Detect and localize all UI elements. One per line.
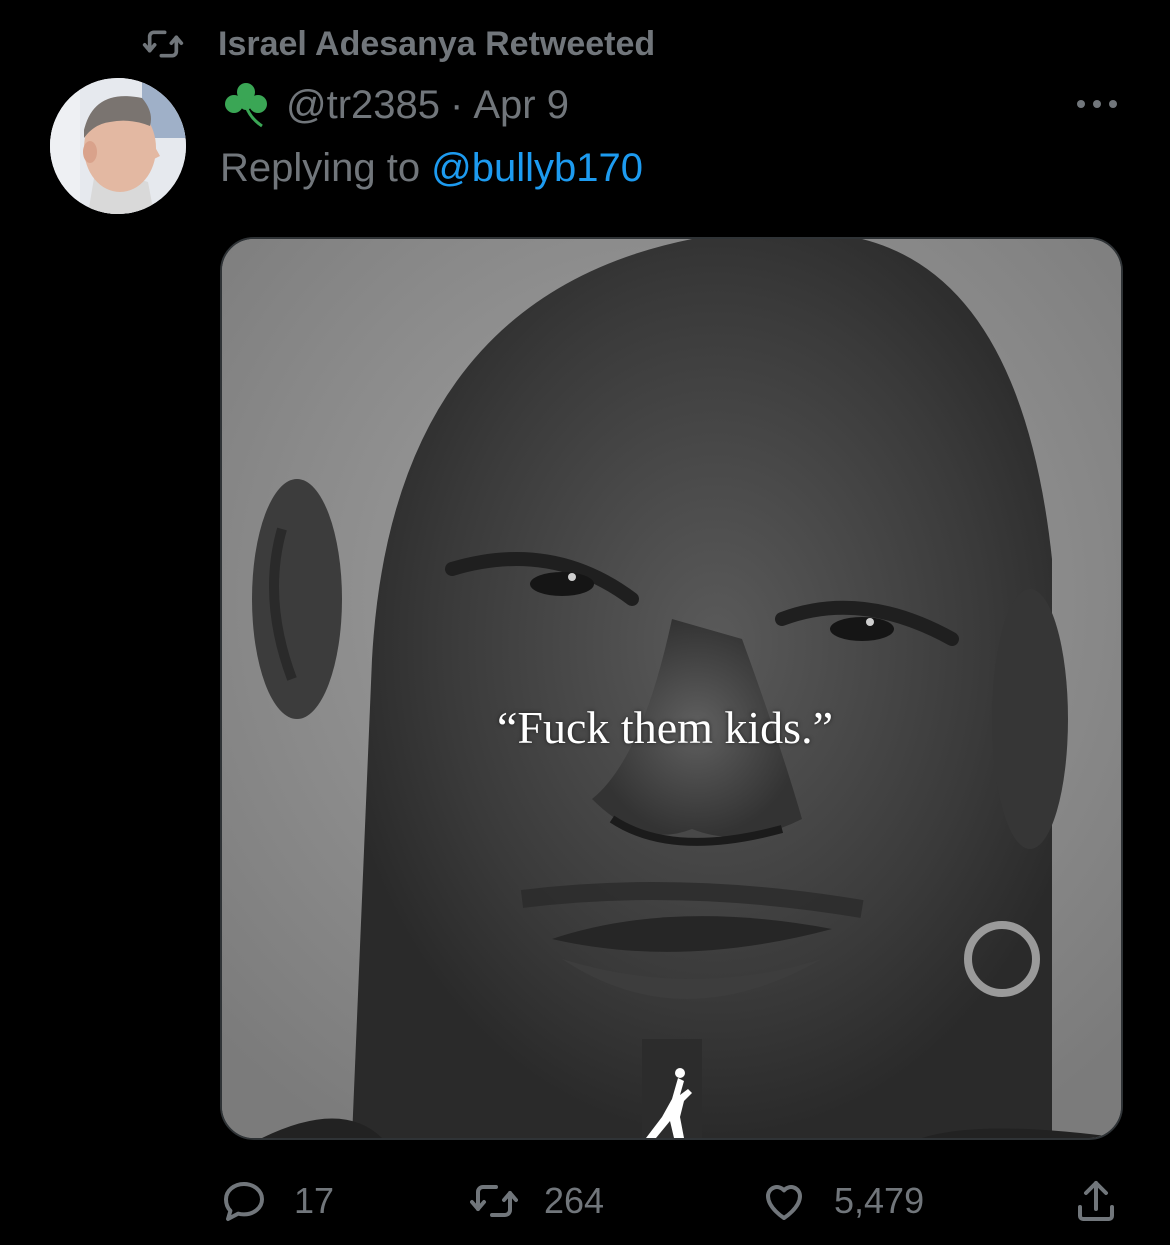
- reply-icon: [224, 1182, 264, 1221]
- retweet-banner[interactable]: Israel Adesanya Retweeted: [140, 22, 655, 66]
- share-button[interactable]: [1072, 1170, 1120, 1232]
- reply-count: 17: [294, 1180, 335, 1221]
- like-count: 5,479: [834, 1180, 925, 1221]
- separator-dot: ·: [450, 82, 464, 127]
- retweet-banner-text[interactable]: Israel Adesanya Retweeted: [218, 25, 655, 64]
- retweet-button[interactable]: 264: [470, 1170, 604, 1232]
- avatar[interactable]: [50, 78, 186, 214]
- media-caption: “Fuck them kids.”: [497, 702, 833, 753]
- jumpman-logo: [646, 1068, 692, 1138]
- avatar-photo: [50, 78, 186, 214]
- more-options-icon[interactable]: [1072, 92, 1122, 116]
- shamrock-icon: [225, 83, 267, 128]
- mention-link[interactable]: @bullyb170: [431, 146, 643, 191]
- portrait-photo: [222, 239, 1121, 1138]
- retweet-icon: [142, 30, 184, 58]
- tweet-actions: 17 264 5,479: [220, 1170, 1120, 1232]
- heart-icon: [766, 1185, 802, 1220]
- author-handle[interactable]: @tr2385: [286, 83, 440, 128]
- tweet[interactable]: Israel Adesanya Retweeted @tr2385 · Apr …: [0, 0, 1170, 1245]
- replying-to-label: Replying to: [220, 145, 421, 190]
- tweet-media-image[interactable]: “Fuck them kids.”: [220, 237, 1123, 1140]
- replying-to: Replying to @bullyb170: [220, 142, 643, 194]
- tweet-header: @tr2385 · Apr 9: [220, 80, 569, 130]
- tweet-date[interactable]: Apr 9: [473, 83, 569, 128]
- retweet-icon: [470, 1185, 518, 1217]
- reply-button[interactable]: 17: [220, 1170, 334, 1232]
- share-icon: [1078, 1181, 1114, 1221]
- like-button[interactable]: 5,479: [760, 1170, 924, 1232]
- retweet-count: 264: [544, 1180, 605, 1221]
